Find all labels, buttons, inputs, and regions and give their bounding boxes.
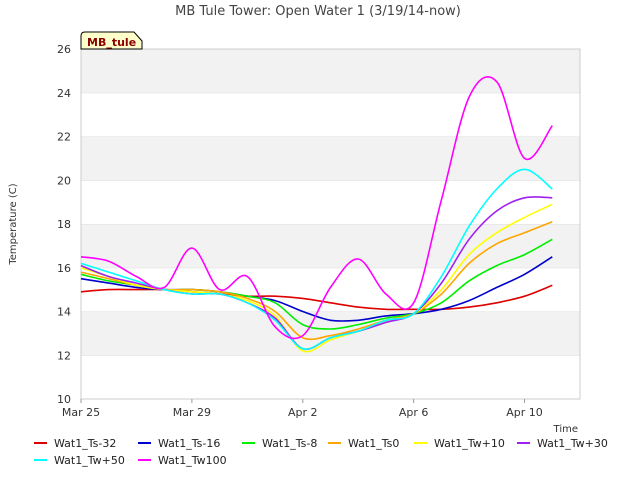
y-tick-label: 16 xyxy=(57,262,71,275)
grid-band xyxy=(81,224,580,268)
y-axis-label: Temperature (C) xyxy=(8,183,19,265)
grid-band xyxy=(81,92,580,137)
legend-item: Wat1_Tw+30 xyxy=(517,437,608,450)
legend-label: Wat1_Ts-8 xyxy=(262,437,317,450)
legend-item: Wat1_Tw+50 xyxy=(34,454,125,467)
grid-band xyxy=(81,180,580,224)
grid-band xyxy=(81,355,580,399)
y-tick-label: 14 xyxy=(57,306,71,319)
grid-band xyxy=(81,136,580,181)
x-tick-label: Mar 25 xyxy=(62,406,100,419)
site-tag-label: MB_tule xyxy=(87,36,136,49)
x-axis-label: Time xyxy=(553,424,578,435)
legend-item: Wat1_Ts-16 xyxy=(138,437,220,450)
x-tick-label: Apr 2 xyxy=(288,406,318,419)
legend-item: Wat1_Tw+10 xyxy=(414,437,505,450)
legend-label: Wat1_Ts-16 xyxy=(158,437,220,450)
y-tick-label: 24 xyxy=(57,87,71,100)
legend-label: Wat1_Tw+30 xyxy=(537,437,608,450)
x-tick-label: Mar 29 xyxy=(173,406,211,419)
grid-band xyxy=(81,49,580,93)
x-tick-label: Apr 10 xyxy=(506,406,543,419)
site-tag: MB_tule xyxy=(80,31,143,50)
y-tick-label: 20 xyxy=(57,174,71,187)
y-axis: 10 12 14 16 18 20 22 24 26 xyxy=(57,43,71,406)
legend-label: Wat1_Ts0 xyxy=(348,437,399,450)
grid-band xyxy=(81,311,580,356)
legend-item: Wat1_Ts0 xyxy=(328,437,399,450)
legend-label: Wat1_Tw+10 xyxy=(434,437,505,450)
x-axis: Mar 25 Mar 29 Apr 2 Apr 6 Apr 10 xyxy=(62,399,543,419)
legend-label: Wat1_Ts-32 xyxy=(54,437,116,450)
y-tick-label: 10 xyxy=(57,393,71,406)
legend-item: Wat1_Ts-8 xyxy=(242,437,317,450)
legend: Wat1_Ts-32 Wat1_Ts-16 Wat1_Ts-8 Wat1_Ts0 Wat… xyxy=(34,437,608,467)
y-tick-label: 26 xyxy=(57,43,71,56)
legend-label: Wat1_Tw+50 xyxy=(54,454,125,467)
x-tick-label: Apr 6 xyxy=(399,406,429,419)
legend-item: Wat1_Ts-32 xyxy=(34,437,116,450)
y-tick-label: 12 xyxy=(57,349,71,362)
chart: MB Tule Tower: Open Water 1 (3/19/14-now… xyxy=(8,4,608,467)
y-tick-label: 18 xyxy=(57,218,71,231)
legend-label: Wat1_Tw100 xyxy=(158,454,227,467)
chart-title: MB Tule Tower: Open Water 1 (3/19/14-now… xyxy=(175,4,461,19)
legend-item: Wat1_Tw100 xyxy=(138,454,227,467)
y-tick-label: 22 xyxy=(57,131,71,144)
